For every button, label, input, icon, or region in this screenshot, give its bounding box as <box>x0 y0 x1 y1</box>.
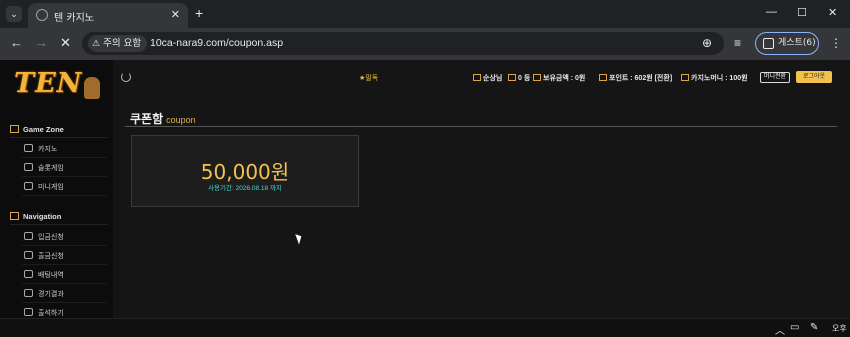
calendar-icon <box>24 308 33 316</box>
security-warning-chip[interactable]: ⚠ 주의 요함 <box>88 35 148 52</box>
sidebar-item-results[interactable]: 경기결과 <box>22 285 107 303</box>
divider <box>10 224 108 225</box>
wallet-icon <box>533 74 541 81</box>
os-taskbar: ︿ ▭ ✎ 오후 <box>0 318 850 337</box>
slot-machine-icon <box>24 163 33 171</box>
logo-mascot-icon <box>84 77 100 99</box>
media-controls-icon[interactable]: ≡ <box>734 36 741 50</box>
deposit-icon <box>24 232 33 240</box>
browser-toolbar: ← → ✕ ⚠ 주의 요함 10ca-nara9.com/coupon.asp ⊕… <box>0 28 850 60</box>
close-window-icon[interactable]: ✕ <box>828 6 837 19</box>
profile-icon <box>763 38 774 49</box>
spade-icon <box>24 144 33 152</box>
points[interactable]: 포인트 : 602원 [전환] <box>599 73 672 83</box>
tab-search-button[interactable]: ⌄ <box>6 6 22 22</box>
user-status-bar: ★필독 순상님 0 등 보유금액 : 0원 포인트 : 602원 [전환] 카지… <box>113 69 850 87</box>
pen-icon[interactable]: ✎ <box>810 322 818 333</box>
security-label: 주의 요함 <box>103 38 142 49</box>
game-zone-heading: Game Zone <box>10 125 64 134</box>
browser-tab[interactable]: 텐 카지노 ✕ <box>28 3 188 28</box>
browser-menu-icon[interactable]: ⋮ <box>830 36 842 50</box>
balance: 보유금액 : 0원 <box>533 73 585 83</box>
warning-icon: ⚠ <box>92 39 101 49</box>
game-zone-icon <box>10 125 19 133</box>
level-icon <box>508 74 516 81</box>
sidebar-item-minigame[interactable]: 미니게임 <box>22 178 107 196</box>
results-icon <box>24 289 33 297</box>
user-name: 순상님 <box>473 73 502 83</box>
logout-button[interactable]: 로그아웃 <box>796 71 832 83</box>
tray-expand-icon[interactable]: ︿ <box>775 322 785 337</box>
user-icon <box>473 74 481 81</box>
coupon-card[interactable]: 50,000원 사용기간: 2026.08.18 까지 <box>131 135 359 207</box>
coupon-amount: 50,000원 <box>200 160 290 184</box>
main-content: ★필독 순상님 0 등 보유금액 : 0원 포인트 : 602원 [전환] 카지… <box>113 60 850 318</box>
url-text[interactable]: 10ca-nara9.com/coupon.asp <box>150 37 283 49</box>
withdraw-icon <box>24 251 33 259</box>
page-title: 쿠폰함 coupon <box>130 112 196 126</box>
notice-link[interactable]: ★필독 <box>359 73 378 83</box>
sidebar-item-withdraw[interactable]: 출금신청 <box>22 247 107 265</box>
sidebar-item-slots[interactable]: 슬롯게임 <box>22 159 107 177</box>
back-arrow-icon[interactable]: ← <box>10 35 23 50</box>
battery-icon[interactable]: ▭ <box>790 322 799 333</box>
forward-arrow-icon[interactable]: → <box>35 35 48 50</box>
title-divider <box>125 126 837 127</box>
coupon-validity: 사용기간: 2026.08.18 까지 <box>208 185 282 192</box>
sidebar-item-bet-history[interactable]: 배팅내역 <box>22 266 107 284</box>
clock[interactable]: 오후 <box>832 323 847 334</box>
sidebar: TEN Game Zone 카지노 슬롯게임 미니게임 Navigation 입… <box>0 60 113 322</box>
site-logo[interactable]: TEN <box>14 68 82 99</box>
profile-label: 게스트(6) <box>778 38 816 48</box>
minimize-icon[interactable]: — <box>766 6 777 18</box>
close-tab-icon[interactable]: ✕ <box>171 8 180 21</box>
divider <box>10 137 108 138</box>
web-page: TEN Game Zone 카지노 슬롯게임 미니게임 Navigation 입… <box>0 60 850 322</box>
stop-loading-icon[interactable]: ✕ <box>60 35 71 51</box>
guest-profile-button[interactable]: 게스트(6) <box>755 32 819 55</box>
navigation-icon <box>10 212 19 220</box>
new-tab-button[interactable]: + <box>195 5 203 21</box>
points-icon <box>599 74 607 81</box>
address-bar[interactable]: ⚠ 주의 요함 10ca-nara9.com/coupon.asp ⊕ <box>82 32 724 55</box>
zoom-icon[interactable]: ⊕ <box>702 36 712 50</box>
navigation-heading: Navigation <box>10 212 61 221</box>
history-icon <box>24 270 33 278</box>
browser-tab-strip: ⌄ 텐 카지노 ✕ + — ☐ ✕ <box>0 0 850 28</box>
gamepad-icon <box>24 182 33 190</box>
page-subtitle: coupon <box>166 115 196 125</box>
casino-money: 카지노머니 : 100원 <box>681 73 748 83</box>
refresh-icon[interactable] <box>121 72 131 82</box>
user-level: 0 등 <box>508 73 530 83</box>
sidebar-item-deposit[interactable]: 입금신청 <box>22 228 107 246</box>
money-convert-button[interactable]: 머니전환 <box>760 72 791 83</box>
site-favicon-icon <box>36 9 48 21</box>
sidebar-item-casino[interactable]: 카지노 <box>22 140 107 158</box>
maximize-icon[interactable]: ☐ <box>797 6 807 19</box>
tab-title: 텐 카지노 <box>54 13 94 24</box>
casino-money-icon <box>681 74 689 81</box>
